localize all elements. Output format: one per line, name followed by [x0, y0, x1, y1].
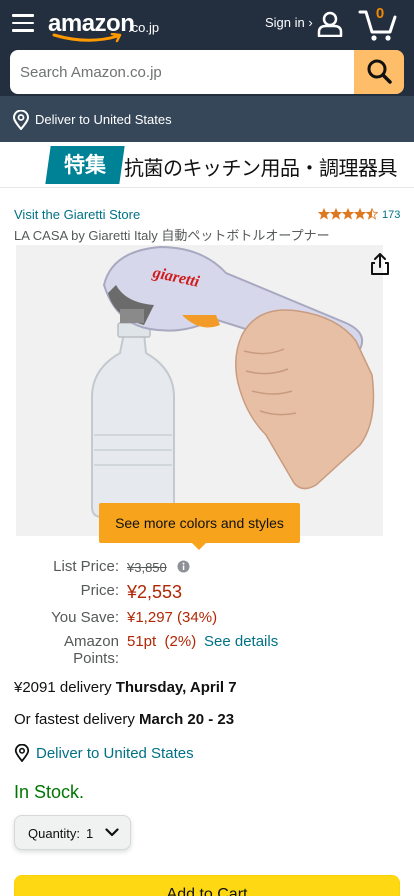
- deliver-to-bar[interactable]: Deliver to United States: [0, 96, 414, 142]
- store-link[interactable]: Visit the Giaretti Store: [14, 207, 140, 222]
- promo-tag-text: 特集: [64, 153, 106, 177]
- fastest-delivery-prefix: Or fastest delivery: [14, 711, 140, 728]
- share-icon[interactable]: [369, 252, 391, 276]
- you-save-label: You Save:: [51, 609, 119, 626]
- price-value: ¥2,553: [127, 582, 183, 602]
- search-icon: [367, 59, 392, 84]
- rating-count[interactable]: 173: [382, 209, 400, 221]
- bottle-opener-illustration: giaretti: [16, 245, 383, 536]
- list-price-value: ¥3,850: [127, 560, 167, 575]
- delivery-prefix: ¥2091 delivery: [14, 679, 116, 696]
- deliver-to-text: Deliver to United States: [35, 112, 172, 127]
- smile-arrow-icon: [52, 33, 122, 43]
- logo-tld: .co.jp: [128, 20, 160, 35]
- points-label: Amazon Points:: [63, 633, 119, 667]
- product-image[interactable]: giaretti: [16, 245, 383, 536]
- promo-banner[interactable]: 特集 抗菌のキッチン用品・調理器具: [0, 142, 414, 188]
- top-navigation-bar: amazon .co.jp Sign in › 0: [0, 0, 414, 50]
- chevron-down-icon: [105, 828, 119, 837]
- quantity-dropdown[interactable]: Quantity: 1: [14, 815, 131, 850]
- add-to-cart-button[interactable]: Add to Cart: [14, 875, 400, 896]
- user-icon[interactable]: [316, 11, 344, 37]
- quantity-value: 1: [86, 826, 94, 841]
- location-pin-icon: [14, 744, 30, 762]
- search-input[interactable]: [10, 50, 356, 94]
- promo-text: 抗菌のキッチン用品・調理器具: [124, 156, 398, 180]
- location-pin-icon: [12, 110, 30, 130]
- price-label: Price:: [80, 582, 119, 599]
- fastest-delivery-line: Or fastest delivery March 20 - 23: [14, 711, 234, 728]
- delivery-line: ¥2091 delivery Thursday, April 7: [14, 679, 237, 696]
- see-details-link[interactable]: See details: [204, 633, 278, 650]
- product-title: LA CASA by Giaretti Italy 自動ペットボトルオープナー: [14, 228, 330, 243]
- promo-tag: 特集: [45, 146, 125, 184]
- stock-status: In Stock.: [14, 782, 85, 802]
- see-more-colors-button[interactable]: See more colors and styles: [99, 503, 300, 550]
- rating-stars-icon[interactable]: [318, 208, 378, 220]
- list-price-label: List Price:: [53, 558, 119, 575]
- points-value: 51pt (2%): [127, 633, 197, 650]
- menu-icon[interactable]: [12, 14, 34, 32]
- sign-in-link[interactable]: Sign in ›: [265, 15, 313, 30]
- you-save-value: ¥1,297 (34%): [127, 609, 218, 626]
- fastest-delivery-date: March 20 - 23: [139, 711, 235, 728]
- search-bar: [0, 50, 414, 96]
- cart-count-badge: 0: [375, 5, 385, 22]
- info-icon[interactable]: [177, 560, 190, 573]
- delivery-date: Thursday, April 7: [115, 679, 237, 696]
- deliver-to-link[interactable]: Deliver to United States: [36, 745, 194, 762]
- amazon-logo[interactable]: amazon .co.jp: [48, 8, 168, 43]
- search-button[interactable]: [354, 50, 404, 94]
- quantity-label: Quantity:: [28, 826, 81, 841]
